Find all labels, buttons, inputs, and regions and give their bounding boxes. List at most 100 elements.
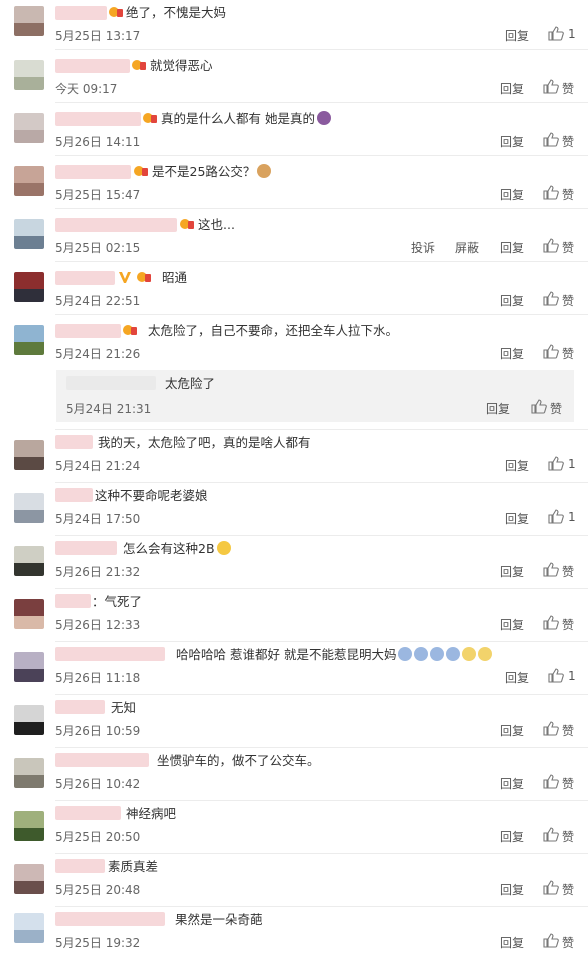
avatar[interactable] xyxy=(14,325,44,355)
shocked-emoji-icon xyxy=(398,647,413,661)
thumbs-up-icon[interactable] xyxy=(548,26,564,41)
thumbs-up-icon[interactable] xyxy=(531,399,547,414)
avatar[interactable] xyxy=(14,6,44,36)
like-button[interactable]: 赞 xyxy=(550,400,562,417)
comment-time: 5月26日 10:42 xyxy=(55,777,141,791)
avatar[interactable] xyxy=(14,758,44,788)
thumbs-up-icon[interactable] xyxy=(548,509,564,524)
like-button[interactable]: 赞 xyxy=(562,80,574,97)
avatar[interactable] xyxy=(14,440,44,470)
thumbs-up-icon[interactable] xyxy=(543,880,559,895)
like-button[interactable]: 赞 xyxy=(562,881,574,898)
avatar[interactable] xyxy=(14,599,44,629)
avatar[interactable] xyxy=(14,113,44,143)
username[interactable] xyxy=(55,859,105,873)
avatar[interactable] xyxy=(14,219,44,249)
username[interactable] xyxy=(55,271,115,285)
comment-text: 昭通 xyxy=(162,270,188,285)
reply-button[interactable]: 回复 xyxy=(505,27,529,44)
report-button[interactable]: 投诉 xyxy=(411,239,435,256)
username[interactable] xyxy=(55,112,141,126)
avatar[interactable] xyxy=(14,272,44,302)
comment-text: 这也... xyxy=(198,217,235,232)
comment-time: 5月26日 11:18 xyxy=(55,671,141,685)
reply-username[interactable] xyxy=(66,376,156,390)
username[interactable] xyxy=(55,647,165,661)
like-button[interactable]: 赞 xyxy=(562,934,574,951)
like-button[interactable]: 赞 xyxy=(562,186,574,203)
thumbs-up-icon[interactable] xyxy=(543,615,559,630)
like-button[interactable]: 赞 xyxy=(562,775,574,792)
username[interactable] xyxy=(55,912,165,926)
like-button[interactable]: 赞 xyxy=(562,828,574,845)
username[interactable] xyxy=(55,324,121,338)
reply-button[interactable]: 回复 xyxy=(500,80,524,97)
reply-button[interactable]: 回复 xyxy=(486,400,510,417)
username[interactable] xyxy=(55,594,91,608)
thumbs-up-icon[interactable] xyxy=(548,456,564,471)
reply-button[interactable]: 回复 xyxy=(500,775,524,792)
comment-text: ：气死了 xyxy=(92,594,143,609)
thumbs-up-icon[interactable] xyxy=(543,562,559,577)
reply-button[interactable]: 回复 xyxy=(500,186,524,203)
username[interactable] xyxy=(55,6,107,20)
like-button[interactable]: 赞 xyxy=(562,292,574,309)
block-button[interactable]: 屏蔽 xyxy=(455,239,479,256)
username[interactable] xyxy=(55,753,149,767)
reply-button[interactable]: 回复 xyxy=(505,669,529,686)
thumbs-up-icon[interactable] xyxy=(543,344,559,359)
thumbs-up-icon[interactable] xyxy=(543,774,559,789)
avatar[interactable] xyxy=(14,166,44,196)
thumbs-up-icon[interactable] xyxy=(543,721,559,736)
reply-button[interactable]: 回复 xyxy=(500,345,524,362)
reply-button[interactable]: 回复 xyxy=(500,239,524,256)
avatar[interactable] xyxy=(14,913,44,943)
username[interactable] xyxy=(55,541,117,555)
like-count: 1 xyxy=(568,669,576,683)
comment-list: 绝了，不愧是大妈 5月25日 13:17 回复 1 就觉得恶心 今天 09:17… xyxy=(0,0,588,956)
avatar[interactable] xyxy=(14,546,44,576)
thumbs-up-icon[interactable] xyxy=(543,933,559,948)
thumbs-up-icon[interactable] xyxy=(543,132,559,147)
avatar[interactable] xyxy=(14,652,44,682)
comment-time: 今天 09:17 xyxy=(55,82,118,96)
avatar[interactable] xyxy=(14,864,44,894)
like-button[interactable]: 赞 xyxy=(562,133,574,150)
like-button[interactable]: 赞 xyxy=(562,563,574,580)
username[interactable] xyxy=(55,59,130,73)
reply-button[interactable]: 回复 xyxy=(500,563,524,580)
avatar[interactable] xyxy=(14,60,44,90)
reply-button[interactable]: 回复 xyxy=(500,881,524,898)
thumbs-up-icon[interactable] xyxy=(543,79,559,94)
like-button[interactable]: 赞 xyxy=(562,722,574,739)
thumbs-up-icon[interactable] xyxy=(543,291,559,306)
username[interactable] xyxy=(55,435,93,449)
username[interactable] xyxy=(55,806,121,820)
like-button[interactable]: 赞 xyxy=(562,616,574,633)
reply-button[interactable]: 回复 xyxy=(500,133,524,150)
comment-time: 5月25日 02:15 xyxy=(55,241,141,255)
cat-emoji-icon xyxy=(462,647,477,661)
like-button[interactable]: 赞 xyxy=(562,239,574,256)
reply-button[interactable]: 回复 xyxy=(500,616,524,633)
reply-button[interactable]: 回复 xyxy=(505,457,529,474)
avatar[interactable] xyxy=(14,493,44,523)
reply-button[interactable]: 回复 xyxy=(500,828,524,845)
reply-button[interactable]: 回复 xyxy=(500,722,524,739)
thumbs-up-icon[interactable] xyxy=(543,827,559,842)
username[interactable] xyxy=(55,488,93,502)
like-button[interactable]: 赞 xyxy=(562,345,574,362)
thumbs-up-icon[interactable] xyxy=(543,238,559,253)
thumbs-up-icon[interactable] xyxy=(548,668,564,683)
reply-button[interactable]: 回复 xyxy=(500,934,524,951)
avatar[interactable] xyxy=(14,705,44,735)
comment-text: 是不是25路公交？ xyxy=(152,164,272,180)
fan-medal-icon xyxy=(143,113,157,123)
username[interactable] xyxy=(55,165,131,179)
thumbs-up-icon[interactable] xyxy=(543,185,559,200)
avatar[interactable] xyxy=(14,811,44,841)
username[interactable] xyxy=(55,700,105,714)
reply-button[interactable]: 回复 xyxy=(500,292,524,309)
reply-button[interactable]: 回复 xyxy=(505,510,529,527)
username[interactable] xyxy=(55,218,177,232)
